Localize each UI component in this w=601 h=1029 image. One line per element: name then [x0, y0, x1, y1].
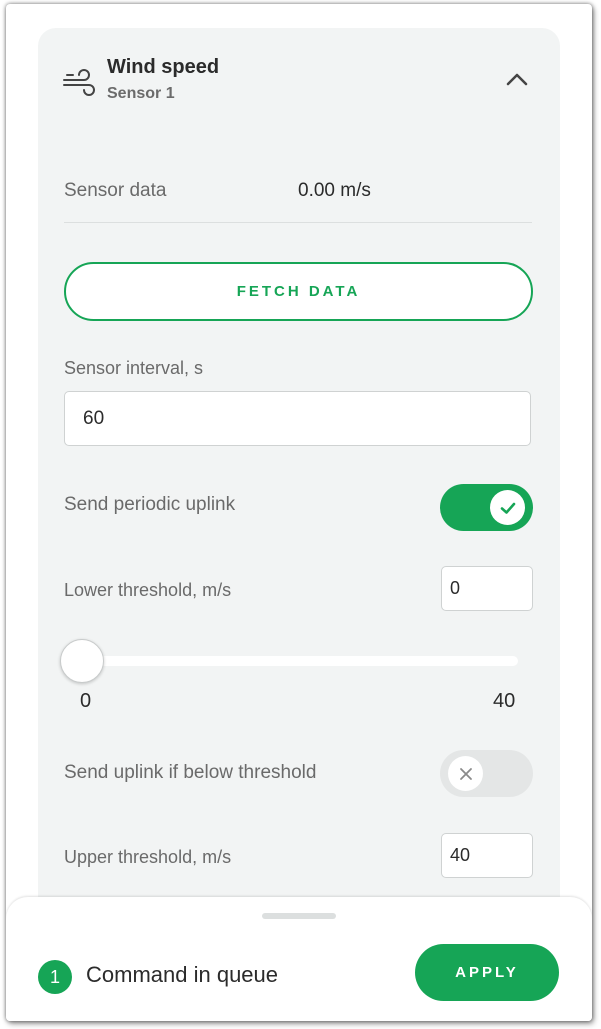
- fetch-data-button[interactable]: FETCH DATA: [64, 262, 533, 321]
- below-threshold-uplink-toggle[interactable]: [440, 750, 533, 797]
- divider: [64, 222, 532, 223]
- lower-threshold-label: Lower threshold, m/s: [64, 580, 232, 600]
- toggle-knob: [448, 756, 483, 791]
- chevron-up-icon[interactable]: [504, 68, 530, 90]
- sensor-data-value: 0.00 m/s: [298, 180, 371, 201]
- lower-threshold-input[interactable]: 0: [441, 566, 533, 611]
- check-icon: [500, 502, 515, 514]
- sensor-card: Wind speed Sensor 1 Sensor data 0.00 m/s…: [38, 28, 560, 1021]
- queue-count-badge: 1: [38, 960, 72, 994]
- card-subtitle: Sensor 1: [107, 85, 175, 102]
- toggle-knob: [490, 490, 525, 525]
- close-icon: [459, 767, 472, 780]
- sensor-interval-input[interactable]: 60: [64, 391, 531, 446]
- periodic-uplink-label: Send periodic uplink: [64, 494, 236, 515]
- upper-threshold-input[interactable]: 40: [441, 833, 533, 878]
- queue-status-text: Command in queue: [86, 962, 279, 987]
- sensor-interval-label: Sensor interval, s: [64, 358, 204, 378]
- below-threshold-uplink-label: Send uplink if below threshold: [64, 762, 317, 783]
- card-title: Wind speed: [107, 56, 220, 78]
- slider-max-label: 40: [493, 690, 516, 712]
- lower-threshold-slider-track[interactable]: [82, 656, 518, 666]
- lower-threshold-slider-thumb[interactable]: [60, 639, 104, 683]
- drag-handle[interactable]: [262, 913, 336, 919]
- wind-icon: [63, 69, 95, 96]
- apply-button[interactable]: APPLY: [415, 944, 559, 1001]
- sensor-data-label: Sensor data: [64, 180, 167, 201]
- app-frame: Wind speed Sensor 1 Sensor data 0.00 m/s…: [6, 4, 592, 1021]
- slider-min-label: 0: [80, 690, 92, 712]
- periodic-uplink-toggle[interactable]: [440, 484, 533, 531]
- upper-threshold-label: Upper threshold, m/s: [64, 847, 232, 867]
- bottom-sheet: 1 Command in queue APPLY: [6, 897, 592, 1021]
